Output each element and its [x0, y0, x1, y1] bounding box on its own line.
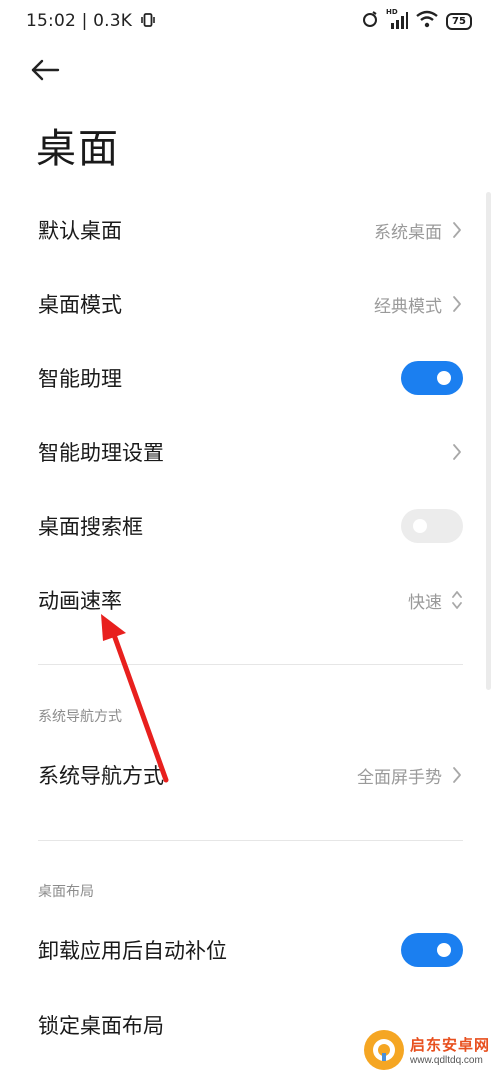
chevron-right-icon	[450, 220, 464, 240]
toggle-knob	[413, 519, 427, 533]
section-header-desktop-layout: 桌面布局	[38, 884, 94, 900]
status-bar: 15:02 | 0.3K HD 75	[0, 0, 500, 44]
setting-label: 锁定桌面布局	[38, 1014, 164, 1038]
watermark-name: 启东安卓网	[410, 1036, 491, 1054]
chevron-right-icon	[450, 442, 464, 462]
setting-row-desktop-search-box: 桌面搜索框	[0, 489, 500, 563]
status-network-speed: 0.3K	[93, 11, 133, 31]
section-divider	[38, 840, 463, 841]
watermark: 启东安卓网 www.qdltdq.com	[364, 1020, 492, 1080]
chevron-up-down-icon	[450, 590, 464, 610]
section-header-navigation: 系统导航方式	[38, 709, 122, 725]
chevron-right-icon	[450, 294, 464, 314]
watermark-url: www.qdltdq.com	[410, 1055, 483, 1066]
back-arrow-icon	[30, 59, 60, 85]
setting-row-smart-assistant: 智能助理	[0, 341, 500, 415]
cellular-signal-icon: HD	[386, 8, 408, 30]
setting-row-animation-speed[interactable]: 动画速率 快速	[0, 563, 500, 637]
status-time: 15:02	[26, 11, 76, 31]
setting-label: 卸载应用后自动补位	[38, 939, 227, 963]
toggle-knob	[437, 943, 451, 957]
setting-label: 桌面搜索框	[38, 515, 143, 539]
setting-label: 桌面模式	[38, 293, 122, 317]
setting-row-desktop-mode[interactable]: 桌面模式 经典模式	[0, 267, 500, 341]
setting-label: 动画速率	[38, 589, 122, 613]
setting-row-default-desktop[interactable]: 默认桌面 系统桌面	[0, 193, 500, 267]
setting-row-smart-assistant-settings[interactable]: 智能助理设置	[0, 415, 500, 489]
vibrate-icon	[140, 12, 155, 33]
setting-row-auto-fill-after-uninstall: 卸载应用后自动补位	[0, 913, 500, 987]
smart-assistant-toggle[interactable]	[401, 361, 463, 395]
setting-value: 快速	[408, 592, 442, 613]
chevron-right-icon	[450, 765, 464, 785]
back-button[interactable]	[30, 56, 70, 88]
battery-icon: 75	[446, 12, 472, 30]
setting-value: 系统桌面	[374, 222, 442, 243]
setting-label: 系统导航方式	[38, 764, 164, 788]
auto-fill-toggle[interactable]	[401, 933, 463, 967]
status-separator: |	[81, 11, 94, 31]
status-left: 15:02 | 0.3K	[26, 11, 155, 33]
setting-label: 智能助理设置	[38, 441, 164, 465]
setting-label: 智能助理	[38, 367, 122, 391]
setting-label: 默认桌面	[38, 219, 122, 243]
toggle-knob	[437, 371, 451, 385]
status-right: HD 75	[362, 8, 472, 32]
setting-value: 经典模式	[374, 296, 442, 317]
watermark-text: 启东安卓网 www.qdltdq.com	[410, 1034, 490, 1066]
section-divider	[38, 664, 463, 665]
setting-row-system-navigation[interactable]: 系统导航方式 全面屏手势	[0, 738, 500, 812]
wifi-icon	[416, 10, 438, 32]
setting-value: 全面屏手势	[357, 767, 442, 788]
page-title: 桌面	[36, 126, 120, 172]
desktop-search-box-toggle[interactable]	[401, 509, 463, 543]
alarm-ring-icon	[362, 10, 378, 32]
watermark-logo-icon	[364, 1030, 404, 1070]
